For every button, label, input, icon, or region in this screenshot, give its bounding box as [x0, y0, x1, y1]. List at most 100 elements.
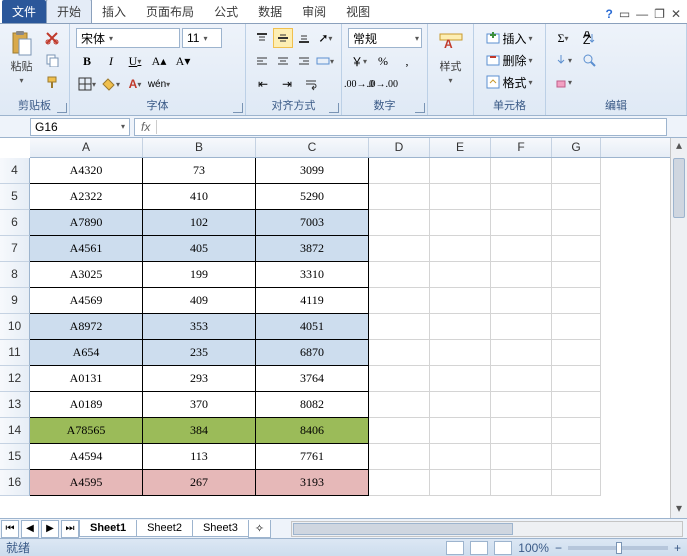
zoom-slider[interactable] [568, 546, 668, 550]
cell[interactable]: 405 [143, 236, 256, 262]
vertical-scrollbar[interactable]: ▴ ▾ [670, 138, 687, 518]
cell[interactable] [491, 236, 552, 262]
cell[interactable]: 267 [143, 470, 256, 496]
cell[interactable]: 6870 [256, 340, 369, 366]
cell[interactable] [491, 444, 552, 470]
align-top-button[interactable] [252, 28, 271, 48]
paste-button[interactable]: 粘贴 ▾ [6, 28, 37, 95]
cell[interactable] [369, 236, 430, 262]
sort-filter-button[interactable]: AZ [578, 28, 600, 48]
cell[interactable] [552, 444, 601, 470]
restore-icon[interactable]: ❐ [654, 7, 665, 21]
cell[interactable]: 5290 [256, 184, 369, 210]
cell[interactable] [552, 184, 601, 210]
align-bottom-button[interactable] [295, 28, 314, 48]
merge-button[interactable]: ▾ [315, 51, 335, 71]
hscroll-thumb[interactable] [293, 523, 513, 535]
cell[interactable]: 4051 [256, 314, 369, 340]
cell[interactable] [552, 470, 601, 496]
cell[interactable]: 293 [143, 366, 256, 392]
close-icon[interactable]: ✕ [671, 7, 681, 21]
cell[interactable]: 3193 [256, 470, 369, 496]
cell[interactable] [430, 340, 491, 366]
copy-button[interactable] [41, 50, 63, 70]
cell[interactable] [552, 366, 601, 392]
cell[interactable] [369, 262, 430, 288]
comma-button[interactable]: , [396, 51, 418, 71]
tab-view[interactable]: 视图 [336, 0, 380, 23]
cell[interactable] [369, 210, 430, 236]
cell[interactable] [430, 288, 491, 314]
cell[interactable] [491, 184, 552, 210]
insert-cells-button[interactable]: 插入▾ [480, 28, 539, 48]
cell[interactable]: A2322 [30, 184, 143, 210]
clipboard-dialog-launcher[interactable] [57, 103, 67, 113]
underline-button[interactable]: U▾ [124, 51, 146, 71]
cell[interactable]: A78565 [30, 418, 143, 444]
cell[interactable]: 73 [143, 158, 256, 184]
align-middle-button[interactable] [273, 28, 292, 48]
cell[interactable]: A4320 [30, 158, 143, 184]
align-dialog-launcher[interactable] [329, 103, 339, 113]
cell[interactable]: A0131 [30, 366, 143, 392]
styles-button[interactable]: A 样式 ▾ [434, 28, 467, 111]
fill-button[interactable]: ▾ [552, 50, 574, 70]
cell[interactable] [552, 340, 601, 366]
cell[interactable] [369, 366, 430, 392]
cell[interactable] [430, 470, 491, 496]
cell[interactable]: A4569 [30, 288, 143, 314]
row-header[interactable]: 8 [0, 262, 30, 288]
row-header[interactable]: 5 [0, 184, 30, 210]
number-format-combo[interactable]: 常规▾ [348, 28, 422, 48]
cell[interactable]: 410 [143, 184, 256, 210]
row-header[interactable]: 13 [0, 392, 30, 418]
col-header-B[interactable]: B [143, 138, 256, 157]
decrease-decimal-button[interactable]: .0→.00 [372, 74, 394, 94]
sheet-nav-last[interactable]: ⏭ [61, 520, 79, 538]
view-layout-button[interactable] [470, 541, 488, 555]
cell[interactable]: 384 [143, 418, 256, 444]
clear-button[interactable]: ▾ [552, 72, 574, 92]
cell[interactable] [552, 288, 601, 314]
tab-home[interactable]: 开始 [46, 0, 92, 23]
tab-data[interactable]: 数据 [248, 0, 292, 23]
cell[interactable] [369, 288, 430, 314]
bold-button[interactable]: B [76, 51, 98, 71]
name-box[interactable]: G16▾ [30, 118, 130, 136]
minimize-icon[interactable]: — [636, 7, 648, 21]
cell[interactable] [552, 392, 601, 418]
cell[interactable] [491, 366, 552, 392]
italic-button[interactable]: I [100, 51, 122, 71]
cell[interactable] [369, 444, 430, 470]
delete-cells-button[interactable]: 删除▾ [480, 50, 539, 70]
cell[interactable] [430, 444, 491, 470]
font-dialog-launcher[interactable] [233, 103, 243, 113]
shrink-font-button[interactable]: A▾ [172, 51, 194, 71]
sheet-nav-next[interactable]: ▶ [41, 520, 59, 538]
cell[interactable]: A4594 [30, 444, 143, 470]
cell[interactable]: 199 [143, 262, 256, 288]
cell[interactable] [491, 288, 552, 314]
row-header[interactable]: 9 [0, 288, 30, 314]
cell[interactable] [430, 236, 491, 262]
font-size-combo[interactable]: 11▾ [182, 28, 222, 48]
cell[interactable] [552, 210, 601, 236]
cell[interactable]: 7003 [256, 210, 369, 236]
cell[interactable] [369, 314, 430, 340]
scroll-thumb[interactable] [673, 158, 685, 218]
cell[interactable]: 3872 [256, 236, 369, 262]
increase-indent-button[interactable]: ⇥ [276, 74, 298, 94]
cell[interactable]: 8406 [256, 418, 369, 444]
border-button[interactable]: ▾ [76, 74, 98, 94]
cell[interactable]: 353 [143, 314, 256, 340]
cell[interactable]: A4595 [30, 470, 143, 496]
cell[interactable]: 102 [143, 210, 256, 236]
cell[interactable] [369, 470, 430, 496]
font-name-combo[interactable]: 宋体▾ [76, 28, 180, 48]
scroll-up-arrow[interactable]: ▴ [671, 138, 687, 155]
minimize-ribbon-icon[interactable]: ▭ [619, 7, 630, 21]
find-select-button[interactable] [578, 50, 600, 70]
zoom-value[interactable]: 100% [518, 541, 549, 555]
cell[interactable]: 7761 [256, 444, 369, 470]
cell[interactable]: 113 [143, 444, 256, 470]
